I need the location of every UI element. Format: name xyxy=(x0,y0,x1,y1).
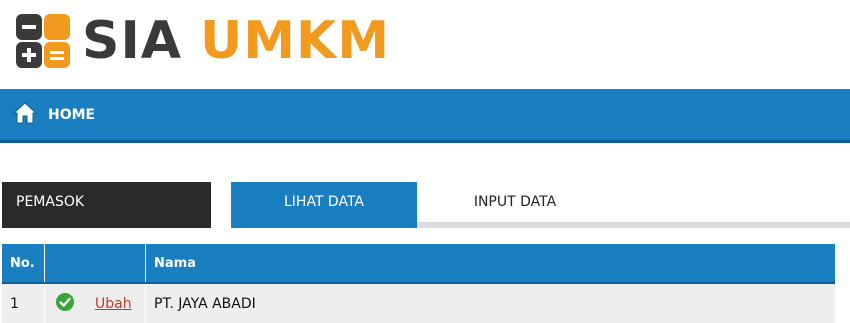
cell-no: 1 xyxy=(2,283,45,323)
tab-input-data[interactable]: INPUT DATA xyxy=(420,182,610,228)
cell-actions: Ubah xyxy=(44,283,146,323)
tab-lihat-data[interactable]: LIHAT DATA xyxy=(231,182,417,228)
section-tabs: PEMASOK LIHAT DATA INPUT DATA xyxy=(0,182,850,228)
cell-nama: PT. JAYA ABADI xyxy=(145,283,835,323)
header-nama: Nama xyxy=(145,244,835,284)
header-actions xyxy=(44,244,146,284)
nav-home-label: HOME xyxy=(48,106,96,123)
calculator-icon xyxy=(14,12,72,70)
check-circle-icon xyxy=(53,292,75,316)
home-icon xyxy=(12,100,38,130)
edit-link[interactable]: Ubah xyxy=(95,296,132,312)
main-navbar: HOME xyxy=(0,89,850,143)
app-title-secondary: UMKM xyxy=(200,11,391,71)
pemasok-table: No. Nama 1 Ubah PT. JAYA ABADI xyxy=(2,244,835,323)
app-title: SIA UMKM xyxy=(82,12,390,70)
table-header-row: No. Nama xyxy=(2,244,835,284)
nav-home-link[interactable]: HOME xyxy=(12,100,95,130)
app-logo: SIA UMKM xyxy=(14,11,390,71)
header-no: No. xyxy=(2,244,45,284)
table-row: 1 Ubah PT. JAYA ABADI xyxy=(2,283,835,323)
app-title-primary: SIA xyxy=(82,11,183,71)
section-title: PEMASOK xyxy=(2,182,211,228)
